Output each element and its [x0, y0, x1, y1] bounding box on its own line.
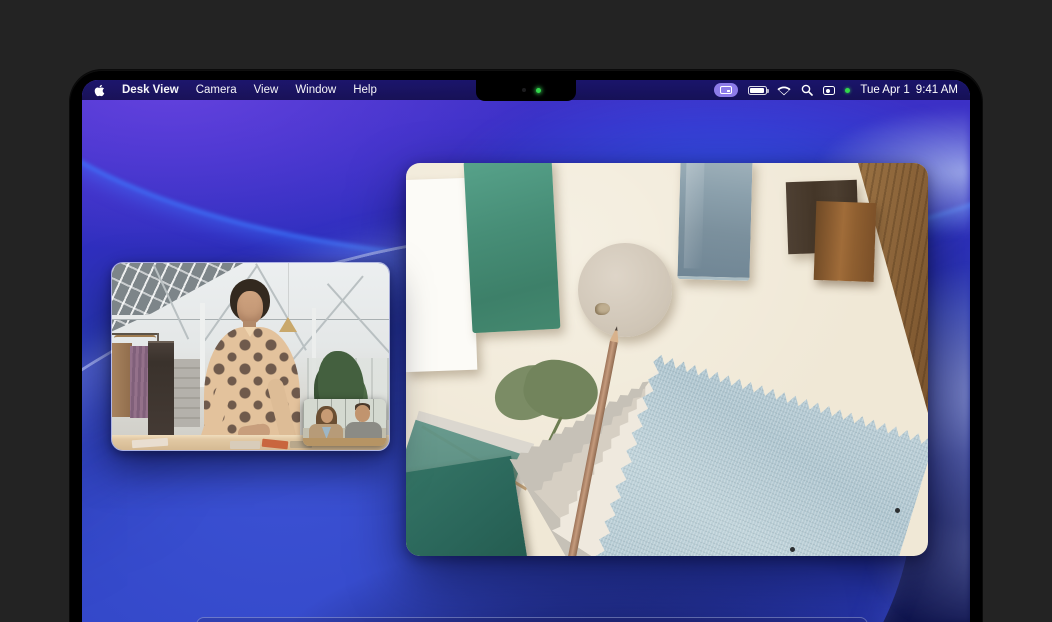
menu-bar-clock[interactable]: Tue Apr 1 9:41 AM — [860, 84, 958, 96]
participant-man-face — [355, 405, 370, 422]
menu-view[interactable]: View — [254, 84, 279, 96]
facetime-camera-lens — [522, 88, 526, 92]
apple-menu[interactable] — [94, 84, 105, 97]
brown-wood-sample — [814, 201, 877, 282]
macbook-display: Desk View Camera View Window Help Tue Ap… — [82, 80, 970, 622]
presenter-face — [237, 291, 263, 324]
desk-paper — [230, 441, 260, 449]
desk-view-window[interactable] — [406, 163, 928, 556]
wifi-icon[interactable] — [777, 85, 791, 96]
menu-desk-view[interactable]: Desk View — [122, 84, 179, 96]
camera-indicator-light — [536, 88, 541, 93]
display-notch — [476, 80, 576, 101]
control-center-icon[interactable] — [823, 86, 835, 95]
screen-share-icon — [720, 86, 732, 94]
macbook-bezel: Desk View Camera View Window Help Tue Ap… — [70, 70, 982, 622]
menu-camera[interactable]: Camera — [196, 84, 237, 96]
marketing-photo-background: Desk View Camera View Window Help Tue Ap… — [0, 0, 1052, 622]
menu-help[interactable]: Help — [353, 84, 377, 96]
presenter-video-feed — [112, 263, 389, 450]
participant-woman-face — [321, 409, 333, 423]
pendant-lamp-wire — [288, 263, 289, 317]
participants-pip-tile[interactable] — [303, 399, 386, 446]
camera-active-dot — [845, 88, 850, 93]
spotlight-search-icon[interactable] — [801, 84, 813, 96]
fabric-swatch-blue — [588, 353, 928, 556]
clock-time: 9:41 AM — [916, 84, 958, 96]
apple-logo-icon — [94, 84, 105, 97]
dark-teal-square — [406, 456, 527, 556]
menu-bar-status-area: Tue Apr 1 9:41 AM — [714, 83, 958, 97]
screen-sharing-indicator[interactable] — [714, 83, 738, 97]
facetime-video-window[interactable] — [111, 262, 390, 451]
clock-date: Tue Apr 1 — [860, 84, 909, 96]
studio-equipment — [174, 359, 200, 427]
pip-table — [303, 438, 386, 446]
partially-visible-bottom-window[interactable] — [196, 617, 868, 622]
swatch-grommet — [895, 508, 900, 513]
blue-gray-tile — [677, 163, 752, 281]
loft-column — [200, 303, 205, 387]
battery-icon[interactable] — [748, 86, 767, 95]
truss-diagonal — [327, 283, 390, 359]
felt-circle-swatch — [578, 243, 672, 337]
swatch-grommet — [790, 547, 795, 552]
dark-cabinet — [148, 341, 174, 437]
menu-bar-left: Desk View Camera View Window Help — [94, 84, 377, 97]
teal-tile — [464, 163, 561, 333]
menu-window[interactable]: Window — [295, 84, 336, 96]
hanging-garment-tan — [112, 343, 132, 417]
